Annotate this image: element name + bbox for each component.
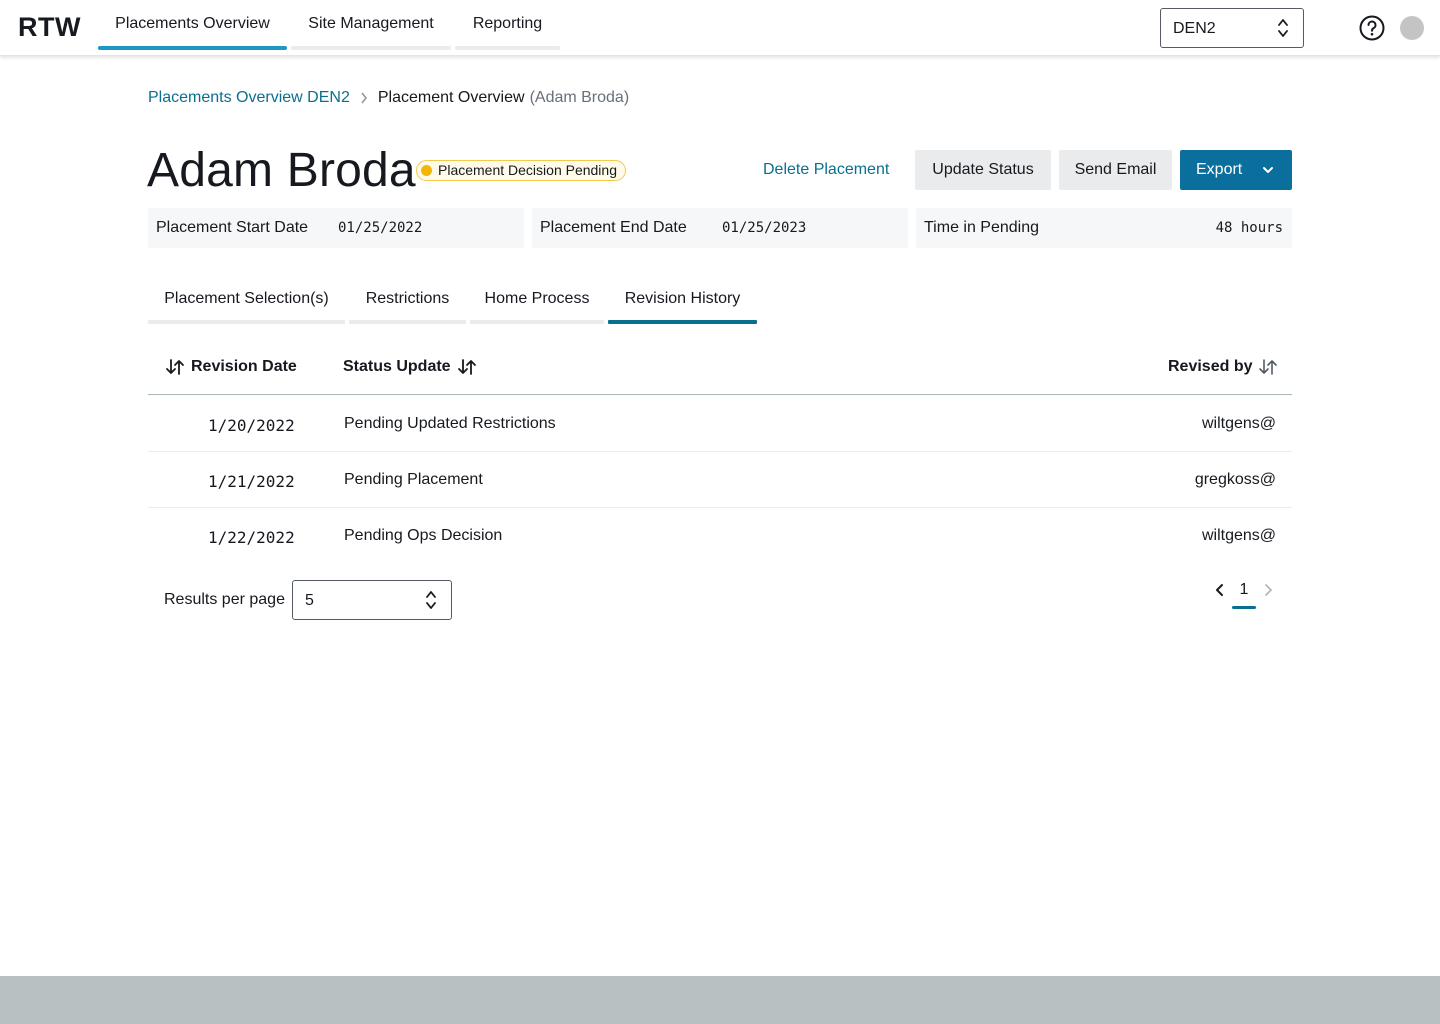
column-header-label: Revised by [1168,358,1253,375]
cell-revised-by: gregkoss@ [1194,471,1276,488]
export-button-label: Export [1196,161,1243,178]
results-per-page-value: 5 [305,592,314,609]
nav-tab-site-management[interactable]: Site Management [291,0,451,50]
nav-tab-label: Site Management [308,15,434,32]
cell-status-update: Pending Updated Restrictions [344,415,556,432]
tab-restrictions[interactable]: Restrictions [349,280,466,324]
chevron-right-icon [361,92,367,104]
tab-placement-selections[interactable]: Placement Selection(s) [148,280,345,324]
breadcrumb-link-placements-overview[interactable]: Placements Overview DEN2 [148,89,350,107]
table-header-divider [148,394,1292,395]
updown-arrows-icon [1278,19,1288,37]
site-select-value: DEN2 [1173,20,1216,37]
column-header-status-update[interactable]: Status Update [343,358,477,376]
status-dot-icon [421,165,432,176]
time-in-pending-box: Time in Pending 48 hours [916,208,1292,248]
table-row: 1/22/2022 Pending Ops Decision wiltgens@ [148,508,1292,564]
placement-end-date-box: Placement End Date 01/25/2023 [532,208,908,248]
table-row: 1/20/2022 Pending Updated Restrictions w… [148,396,1292,452]
chevron-down-icon [1263,167,1273,173]
page-title: Adam Broda [147,144,416,197]
delete-placement-button[interactable]: Delete Placement [751,150,901,190]
placement-start-date-label: Placement Start Date [156,219,309,236]
table-row: 1/21/2022 Pending Placement gregkoss@ [148,452,1292,508]
time-in-pending-value: 48 hours [1215,220,1283,236]
nav-tab-label: Reporting [472,15,543,32]
chevron-left-icon[interactable] [1213,582,1227,598]
sort-icon [1259,359,1278,375]
breadcrumb-current-name: (Adam Broda) [529,89,630,106]
placement-end-date-value: 01/25/2023 [722,220,807,236]
placement-end-date-label: Placement End Date [540,219,687,236]
top-nav-bar: RTW Placements Overview Site Management … [0,0,1440,56]
breadcrumb-current: Placement Overview [377,89,525,106]
breadcrumb: Placements Overview DEN2 Placement Overv… [148,89,629,107]
tab-label: Home Process [484,290,590,307]
question-circle-icon[interactable] [1359,15,1385,41]
tab-label: Revision History [624,290,741,307]
column-header-label: Revision Date [191,358,297,375]
cell-revision-date: 1/22/2022 [208,528,295,547]
status-badge: Placement Decision Pending [416,160,626,181]
updown-arrows-icon [426,591,436,609]
tab-label: Placement Selection(s) [164,290,329,307]
cell-revision-date: 1/20/2022 [208,416,295,435]
placement-start-date-box: Placement Start Date 01/25/2022 [148,208,524,248]
page-number-current[interactable]: 1 [1232,581,1256,609]
tab-home-process[interactable]: Home Process [470,280,604,324]
site-select[interactable]: DEN2 [1160,8,1304,48]
time-in-pending-label: Time in Pending [924,219,1040,236]
chevron-right-icon[interactable] [1261,582,1275,598]
sort-icon [166,359,184,375]
tab-revision-history[interactable]: Revision History [608,280,757,324]
placement-start-date-value: 01/25/2022 [338,220,423,236]
update-status-button[interactable]: Update Status [915,150,1051,190]
sort-icon [457,359,476,375]
tab-label: Restrictions [365,290,450,307]
nav-tab-label: Placements Overview [115,15,270,32]
page-footer [0,976,1440,1024]
nav-tab-placements-overview[interactable]: Placements Overview [98,0,287,50]
export-button[interactable]: Export [1180,150,1292,190]
cell-revised-by: wiltgens@ [1201,527,1276,544]
column-header-revision-date[interactable]: Revision Date [165,358,297,376]
cell-revision-date: 1/21/2022 [208,472,295,491]
column-header-revised-by[interactable]: Revised by [1168,358,1278,376]
status-badge-label: Placement Decision Pending [438,162,617,178]
results-per-page-select[interactable]: 5 [292,580,452,620]
cell-status-update: Pending Ops Decision [344,527,503,544]
nav-tab-reporting[interactable]: Reporting [455,0,560,50]
cell-revised-by: wiltgens@ [1201,415,1276,432]
results-per-page-label: Results per page [164,591,285,608]
cell-status-update: Pending Placement [344,471,483,488]
send-email-button[interactable]: Send Email [1059,150,1172,190]
user-avatar[interactable] [1400,16,1424,40]
column-header-label: Status Update [343,358,451,375]
app-logo[interactable]: RTW [18,12,81,43]
